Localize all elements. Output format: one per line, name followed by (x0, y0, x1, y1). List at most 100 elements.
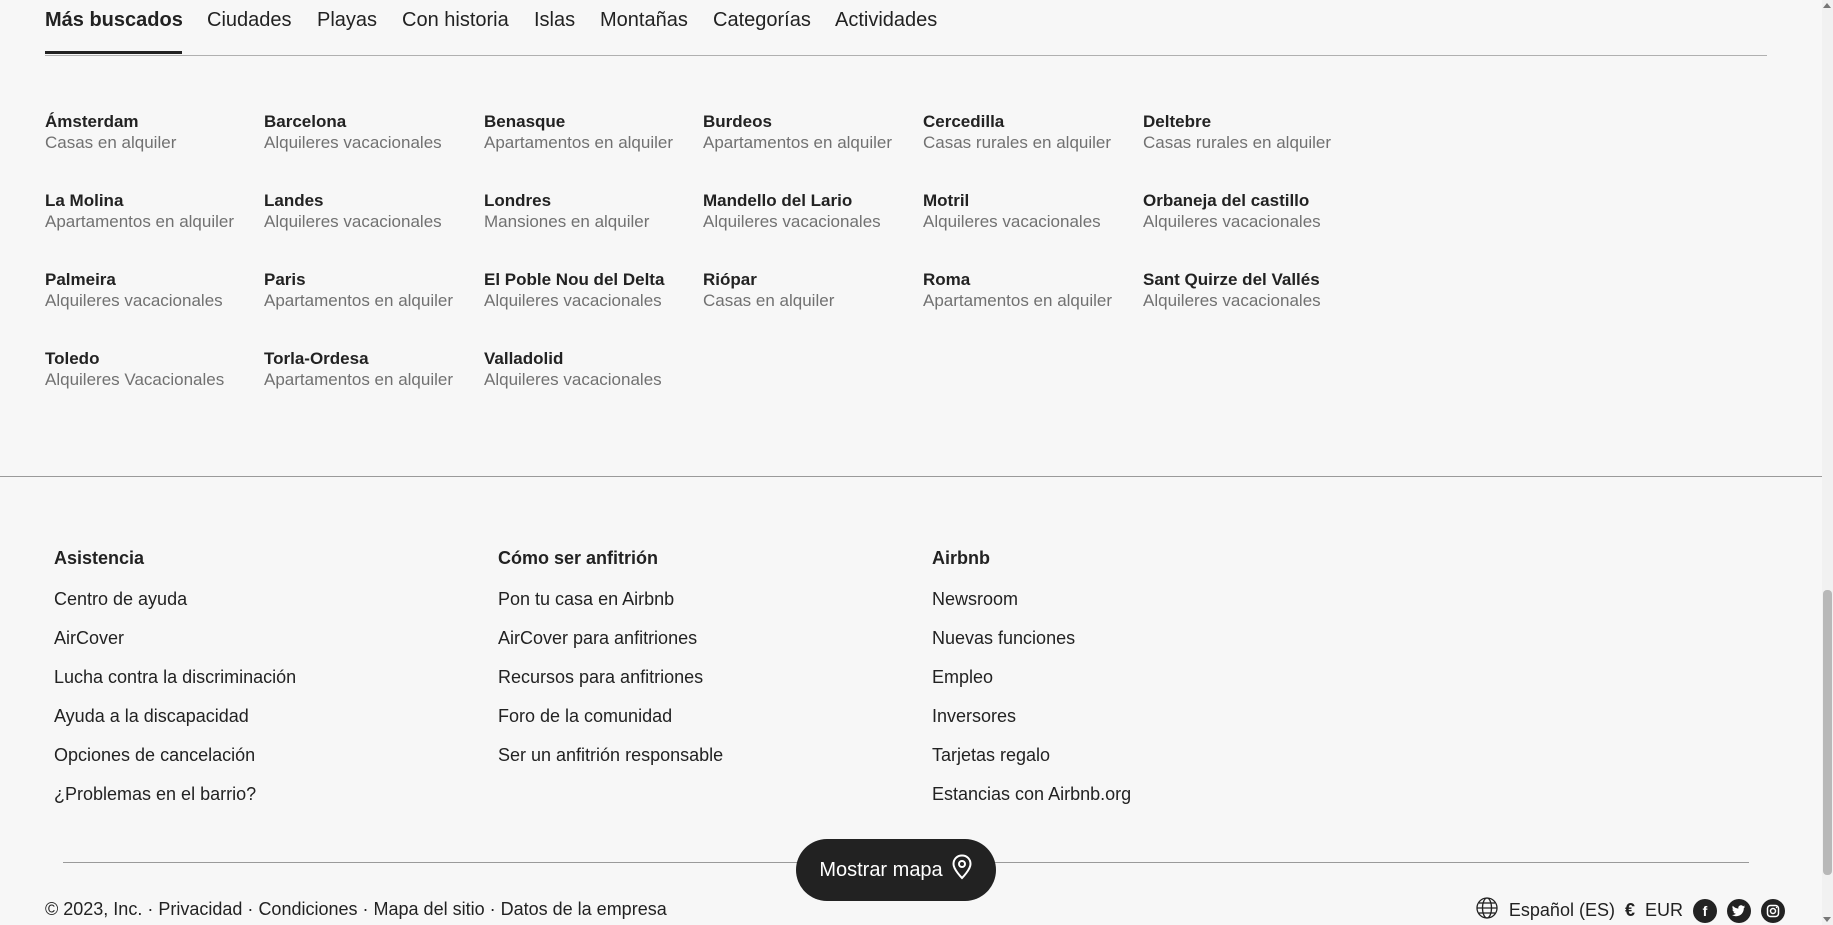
footer-column-airbnb: Airbnb Newsroom Nuevas funciones Empleo … (932, 548, 1131, 806)
footer-link[interactable]: Empleo (932, 665, 1131, 689)
scroll-up-arrow-icon[interactable] (1823, 3, 1831, 8)
destination-link[interactable]: Motril Alquileres vacacionales (923, 190, 1138, 232)
destination-link[interactable]: Valladolid Alquileres vacacionales (484, 348, 699, 390)
destination-link[interactable]: La Molina Apartamentos en alquiler (45, 190, 260, 232)
destination-city: Roma (923, 270, 971, 289)
tab-actividades[interactable]: Actividades (835, 9, 937, 32)
terms-link[interactable]: Condiciones (258, 899, 357, 919)
company-details-link[interactable]: Datos de la empresa (501, 899, 667, 919)
destination-type: Apartamentos en alquiler (484, 133, 674, 152)
language-selector[interactable]: Español (ES) (1509, 900, 1615, 921)
destination-city: Valladolid (484, 349, 564, 368)
destination-city: Barcelona (264, 112, 347, 131)
footer-link[interactable]: Estancias con Airbnb.org (932, 782, 1131, 806)
destination-type: Apartamentos en alquiler (264, 291, 454, 310)
footer-link[interactable]: Pon tu casa en Airbnb (498, 587, 723, 611)
tab-islas[interactable]: Islas (534, 9, 575, 32)
active-tab-indicator (45, 51, 182, 54)
copyright: © 2023, Inc. (45, 899, 143, 919)
destination-link[interactable]: Palmeira Alquileres vacacionales (45, 269, 260, 311)
destination-type: Casas en alquiler (45, 133, 177, 152)
facebook-icon[interactable]: f (1693, 898, 1717, 923)
destination-city: Benasque (484, 112, 566, 131)
destination-city: Burdeos (703, 112, 772, 131)
footer-link[interactable]: ¿Problemas en el barrio? (54, 782, 296, 806)
footer-link[interactable]: Recursos para anfitriones (498, 665, 723, 689)
destination-link[interactable]: Barcelona Alquileres vacacionales (264, 111, 479, 153)
destination-link[interactable]: Mandello del Lario Alquileres vacacionale… (703, 190, 918, 232)
destination-link[interactable]: Londres Mansiones en alquiler (484, 190, 699, 232)
destination-link[interactable]: Burdeos Apartamentos en alquiler (703, 111, 918, 153)
footer-link[interactable]: Lucha contra la discriminación (54, 665, 296, 689)
tab-ciudades[interactable]: Ciudades (207, 9, 292, 32)
destination-link[interactable]: Cercedilla Casas rurales en alquiler (923, 111, 1138, 153)
destination-city: El Poble Nou del Delta (484, 270, 665, 289)
legal-links: © 2023, Inc. · Privacidad · Condiciones … (45, 899, 667, 920)
footer-link[interactable]: Tarjetas regalo (932, 743, 1131, 767)
scroll-down-arrow-icon[interactable] (1823, 917, 1831, 922)
destination-type: Alquileres vacacionales (484, 291, 662, 310)
tab-mas-buscados[interactable]: Más buscados (45, 9, 183, 32)
destination-city: Londres (484, 191, 552, 210)
destination-type: Alquileres vacacionales (923, 212, 1101, 231)
destination-type: Mansiones en alquiler (484, 212, 650, 231)
destination-type: Alquileres vacacionales (264, 133, 442, 152)
footer-link[interactable]: Centro de ayuda (54, 587, 296, 611)
privacy-link[interactable]: Privacidad (158, 899, 242, 919)
instagram-icon[interactable] (1761, 898, 1785, 923)
destination-type: Casas rurales en alquiler (923, 133, 1112, 152)
footer-link[interactable]: AirCover (54, 626, 296, 650)
destination-link[interactable]: Sant Quirze del Vallés Alquileres vacacio… (1143, 269, 1358, 311)
footer-link[interactable]: Opciones de cancelación (54, 743, 296, 767)
destination-link[interactable]: Toledo Alquileres Vacacionales (45, 348, 260, 390)
destination-type: Apartamentos en alquiler (264, 370, 454, 389)
separator: · (247, 899, 254, 919)
scrollbar-thumb[interactable] (1823, 590, 1832, 875)
destination-link[interactable]: Deltebre Casas rurales en alquiler (1143, 111, 1358, 153)
twitter-icon[interactable] (1727, 898, 1751, 923)
show-map-label: Mostrar mapa (819, 858, 943, 881)
destination-type: Alquileres vacacionales (1143, 212, 1321, 231)
footer-link[interactable]: Ser un anfitrión responsable (498, 743, 723, 767)
destination-type: Alquileres vacacionales (703, 212, 881, 231)
tab-montanas[interactable]: Montañas (600, 9, 688, 32)
footer-link[interactable]: AirCover para anfitriones (498, 626, 723, 650)
vertical-scrollbar[interactable] (1822, 0, 1833, 925)
destination-city: Motril (923, 191, 970, 210)
destination-link[interactable]: Ámsterdam Casas en alquiler (45, 111, 260, 153)
destination-type: Apartamentos en alquiler (45, 212, 235, 231)
destination-link[interactable]: Torla-Ordesa Apartamentos en alquiler (264, 348, 479, 390)
footer-link[interactable]: Foro de la comunidad (498, 704, 723, 728)
currency-selector[interactable]: EUR (1645, 900, 1683, 921)
globe-icon[interactable] (1475, 896, 1499, 925)
footer-link[interactable]: Nuevas funciones (932, 626, 1131, 650)
separator: · (362, 899, 369, 919)
destination-link[interactable]: Orbaneja del castillo Alquileres vacacion… (1143, 190, 1358, 232)
destination-city: Sant Quirze del Vallés (1143, 270, 1320, 289)
show-map-button[interactable]: Mostrar mapa (796, 839, 996, 901)
destination-link[interactable]: Landes Alquileres vacacionales (264, 190, 479, 232)
tab-categorias[interactable]: Categorías (713, 9, 811, 32)
separator: · (489, 899, 496, 919)
destination-type: Apartamentos en alquiler (923, 291, 1113, 310)
destination-city: Ámsterdam (45, 112, 139, 131)
destination-link[interactable]: El Poble Nou del Delta Alquileres vacacio… (484, 269, 699, 311)
footer-link[interactable]: Ayuda a la discapacidad (54, 704, 296, 728)
destination-type: Alquileres vacacionales (45, 291, 223, 310)
destination-city: La Molina (45, 191, 124, 210)
footer-column-anfitrion: Cómo ser anfitrión Pon tu casa en Airbnb… (498, 548, 723, 767)
footer-link[interactable]: Inversores (932, 704, 1131, 728)
destination-type: Casas en alquiler (703, 291, 835, 310)
tab-con-historia[interactable]: Con historia (402, 9, 509, 32)
destination-tabs: Más buscados Ciudades Playas Con histori… (45, 0, 1767, 56)
destination-city: Landes (264, 191, 324, 210)
footer-column-asistencia: Asistencia Centro de ayuda AirCover Luch… (54, 548, 296, 806)
destination-link[interactable]: Riópar Casas en alquiler (703, 269, 918, 311)
tab-playas[interactable]: Playas (317, 9, 377, 32)
destination-link[interactable]: Paris Apartamentos en alquiler (264, 269, 479, 311)
destination-link[interactable]: Roma Apartamentos en alquiler (923, 269, 1138, 311)
footer-link[interactable]: Newsroom (932, 587, 1131, 611)
destination-link[interactable]: Benasque Apartamentos en alquiler (484, 111, 699, 153)
map-pin-icon (951, 854, 973, 886)
sitemap-link[interactable]: Mapa del sitio (374, 899, 485, 919)
